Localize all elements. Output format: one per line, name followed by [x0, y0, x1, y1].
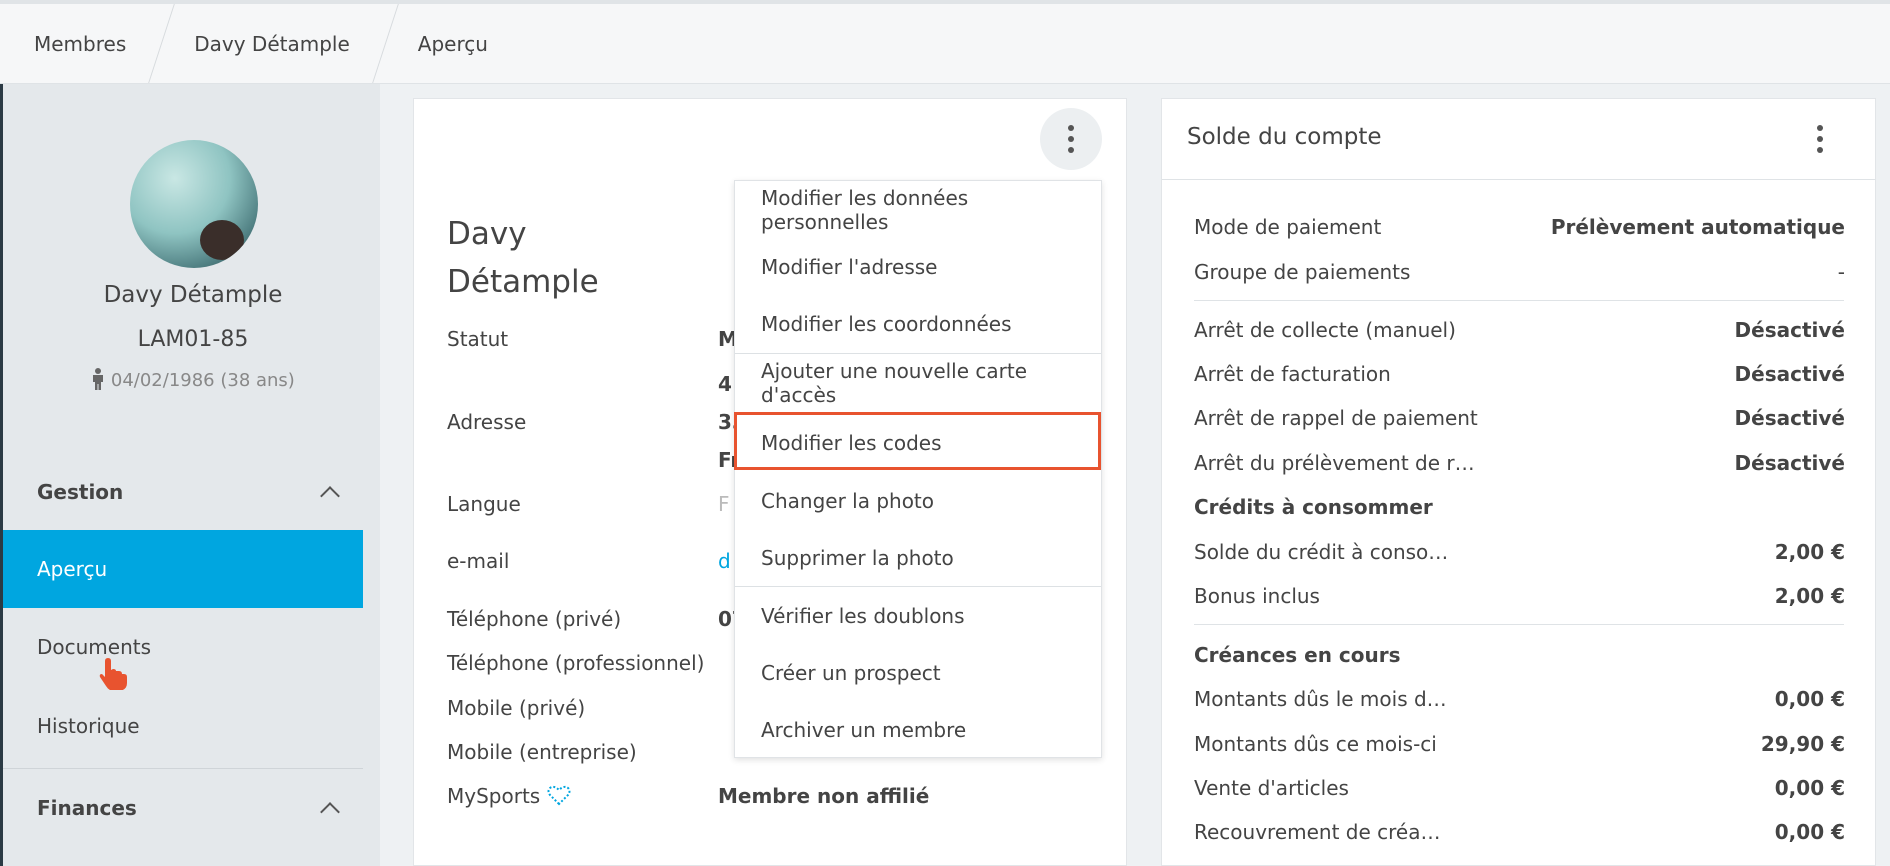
account-row-label: Solde du crédit à conso… — [1194, 540, 1449, 564]
field-label-mysports: MySports — [447, 784, 571, 808]
breadcrumb: Membres Davy Détample Aperçu — [0, 0, 1890, 84]
section-finances[interactable]: Finances — [37, 796, 340, 822]
credits-heading: Crédits à consommer — [1194, 495, 1433, 519]
account-row-value: 2,00 € — [1774, 540, 1845, 564]
menu-item-verifier-doublons[interactable]: Vérifier les doublons — [735, 587, 1101, 644]
dot-icon — [1817, 147, 1823, 153]
profile-dob-text: 04/02/1986 (38 ans) — [110, 370, 295, 391]
menu-item-modifier-coordonnees[interactable]: Modifier les coordonnées — [735, 295, 1101, 352]
account-row-label: Montants dûs le mois d… — [1194, 687, 1447, 711]
sidebar-item-historique[interactable]: Historique — [3, 687, 363, 765]
person-icon — [93, 368, 104, 390]
menu-item-changer-photo[interactable]: Changer la photo — [735, 472, 1101, 529]
field-value-email[interactable]: d — [718, 549, 731, 573]
account-row-label: Montants dûs ce mois-ci — [1194, 732, 1437, 756]
account-row-value: Désactivé — [1734, 362, 1845, 386]
section-finances-label: Finances — [37, 796, 137, 820]
field-value-mysports: Membre non affilié — [718, 784, 930, 808]
account-row-label: Arrêt du prélèvement de r… — [1194, 451, 1475, 475]
field-value-langue: F — [718, 492, 730, 516]
chevron-up-icon[interactable] — [320, 802, 340, 822]
field-label-mysports-text: MySports — [447, 784, 541, 808]
field-label-mobile-entreprise: Mobile (entreprise) — [447, 740, 637, 764]
account-row-label: Arrêt de facturation — [1194, 362, 1391, 386]
account-row-label: Bonus inclus — [1194, 584, 1320, 608]
dot-icon — [1068, 147, 1074, 153]
breadcrumb-item-membres[interactable]: Membres — [0, 4, 160, 83]
menu-item-supprimer-photo[interactable]: Supprimer la photo — [735, 529, 1101, 586]
breadcrumb-item-member[interactable]: Davy Détample — [160, 4, 384, 83]
member-actions-menu: Modifier les données personnelles Modifi… — [734, 180, 1102, 758]
member-first-name: Davy — [447, 216, 527, 252]
field-label-tel-prive: Téléphone (privé) — [447, 607, 622, 631]
pointer-cursor-icon — [99, 658, 127, 690]
section-gestion[interactable]: Gestion — [37, 480, 340, 506]
profile-dob: 04/02/1986 (38 ans) — [3, 368, 383, 391]
account-row-value: - — [1837, 260, 1845, 284]
field-label-adresse: Adresse — [447, 410, 527, 434]
account-row-value: 2,00 € — [1774, 584, 1845, 608]
mysports-heart-icon — [547, 785, 571, 806]
section-gestion-label: Gestion — [37, 480, 124, 504]
member-card-menu-button[interactable] — [1040, 108, 1102, 170]
field-value-address-line1: 4 — [718, 372, 732, 396]
account-row-value: 29,90 € — [1760, 732, 1845, 756]
account-divider — [1194, 300, 1844, 301]
menu-item-modifier-codes[interactable]: Modifier les codes — [735, 414, 1101, 471]
account-row-label: Arrêt de rappel de paiement — [1194, 406, 1478, 430]
menu-item-creer-prospect[interactable]: Créer un prospect — [735, 644, 1101, 701]
dot-icon — [1817, 125, 1823, 131]
field-label-statut: Statut — [447, 327, 509, 351]
account-title: Solde du compte — [1187, 124, 1382, 150]
account-row-value: Désactivé — [1734, 451, 1845, 475]
dot-icon — [1068, 125, 1074, 131]
account-row-label: Arrêt de collecte (manuel) — [1194, 318, 1456, 342]
field-label-mobile-prive: Mobile (privé) — [447, 696, 586, 720]
chevron-up-icon[interactable] — [320, 486, 340, 506]
menu-item-modifier-adresse[interactable]: Modifier l'adresse — [735, 238, 1101, 295]
account-row-label: Groupe de paiements — [1194, 260, 1411, 284]
field-label-email: e-mail — [447, 549, 510, 573]
profile-member-id: LAM01-85 — [137, 327, 249, 352]
account-card-menu-button[interactable] — [1789, 108, 1851, 170]
menu-item-ajouter-carte[interactable]: Ajouter une nouvelle carte d'accès — [735, 354, 1101, 411]
breadcrumb-item-apercu: Aperçu — [417, 31, 488, 56]
sidebar-item-apercu[interactable]: Aperçu — [3, 530, 363, 608]
menu-item-modifier-donnees[interactable]: Modifier les données personnelles — [735, 181, 1101, 238]
dot-icon — [1068, 136, 1074, 142]
account-row-value: Désactivé — [1734, 406, 1845, 430]
account-row-label: Recouvrement de créa… — [1194, 820, 1441, 844]
account-header-divider — [1162, 179, 1875, 180]
member-name: Davy Détample — [447, 210, 687, 306]
member-last-name: Détample — [447, 264, 599, 300]
account-row-value: 0,00 € — [1774, 820, 1845, 844]
account-row-label: Mode de paiement — [1194, 215, 1382, 239]
account-row-value: Désactivé — [1734, 318, 1845, 342]
account-row-value: 0,00 € — [1774, 687, 1845, 711]
profile-name: Davy Détample — [103, 282, 283, 308]
sidebar-item-documents[interactable]: Documents — [3, 608, 363, 686]
sidebar-divider — [3, 768, 363, 769]
dot-icon — [1817, 136, 1823, 142]
account-row-value: 0,00 € — [1774, 776, 1845, 800]
account-row-label: Vente d'articles — [1194, 776, 1349, 800]
creances-heading: Créances en cours — [1194, 643, 1401, 667]
field-label-langue: Langue — [447, 492, 521, 516]
menu-item-archiver-membre[interactable]: Archiver un membre — [735, 701, 1101, 758]
account-divider — [1194, 624, 1844, 625]
avatar[interactable] — [130, 140, 258, 268]
account-row-value: Prélèvement automatique — [1550, 215, 1845, 239]
sidebar: Davy Détample LAM01-85 04/02/1986 (38 an… — [0, 84, 380, 866]
field-label-tel-pro: Téléphone (professionnel) — [447, 651, 705, 675]
